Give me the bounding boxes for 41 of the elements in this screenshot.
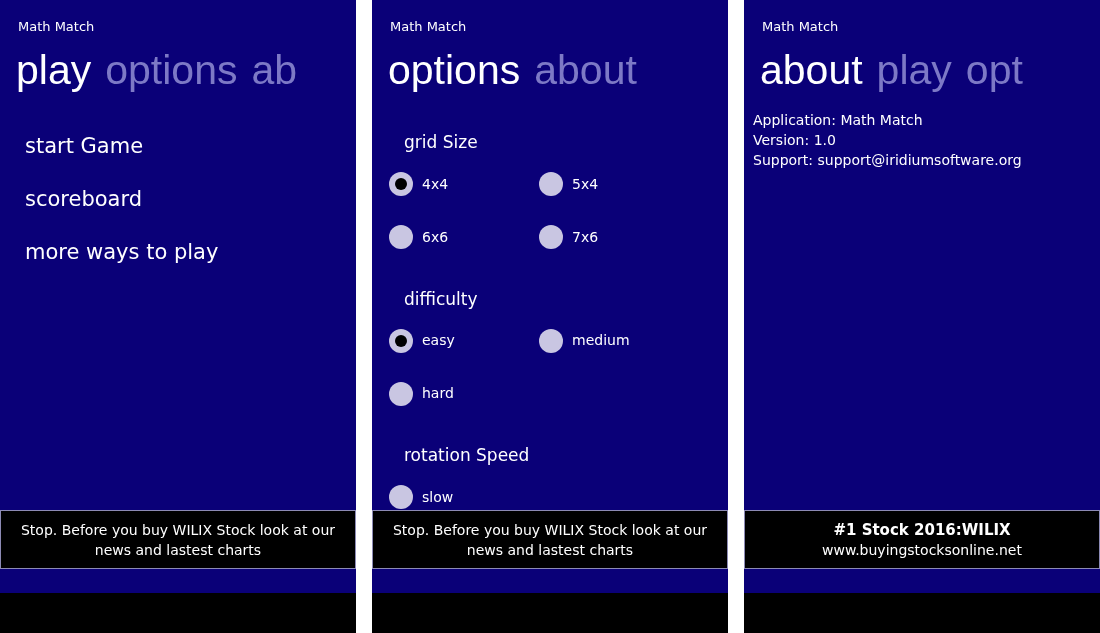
- option-label: 5x4: [572, 174, 599, 194]
- pivot-header[interactable]: play: [16, 40, 92, 100]
- info-text: Version: 1.0: [753, 131, 836, 150]
- group-heading: grid Size: [404, 131, 478, 154]
- pivot-header[interactable]: play: [876, 40, 952, 100]
- radio-button[interactable]: [539, 225, 563, 249]
- radio-button[interactable]: [389, 328, 413, 353]
- ad-banner[interactable]: Stop. Before you buy WILIX Stock look at our news and lastest charts: [372, 510, 728, 569]
- ad-banner[interactable]: #1 Stock 2016:WILIX www.buyingstocksonline.net: [744, 510, 1100, 569]
- radio-button[interactable]: [539, 172, 563, 196]
- pivot-header[interactable]: options: [388, 40, 521, 100]
- radio-button[interactable]: [389, 225, 413, 249]
- option-label: 4x4: [422, 174, 449, 194]
- option-label: 7x6: [572, 227, 599, 247]
- menu-item[interactable]: scoreboard: [25, 173, 143, 226]
- info-text: Application: Math Match: [753, 111, 923, 130]
- app-title: Math Match: [762, 19, 839, 34]
- radio-button[interactable]: [389, 172, 413, 196]
- pivot-header[interactable]: about: [534, 40, 637, 100]
- option-label: easy: [422, 331, 455, 350]
- option-label: medium: [572, 331, 630, 350]
- info-text: Support: support@iridiumsoftware.org: [753, 151, 1022, 170]
- pivot-header[interactable]: options: [105, 40, 238, 100]
- option-label: 6x6: [422, 227, 449, 247]
- ad-banner[interactable]: Stop. Before you buy WILIX Stock look at our news and lastest charts: [0, 510, 356, 569]
- app-title: Math Match: [390, 19, 467, 34]
- pivot-header[interactable]: about: [760, 40, 863, 100]
- radio-button[interactable]: [389, 381, 413, 406]
- option-label: slow: [422, 487, 454, 507]
- menu-item[interactable]: start Game: [25, 120, 144, 173]
- app-title: Math Match: [18, 19, 95, 34]
- option-label: hard: [422, 384, 454, 403]
- radio-button[interactable]: [389, 485, 413, 509]
- pivot-header[interactable]: opt: [965, 40, 1023, 100]
- menu-item[interactable]: more ways to play: [25, 226, 219, 279]
- ad-headline: #1 Stock 2016:WILIX: [833, 519, 1011, 540]
- ad-url: www.buyingstocksonline.net: [822, 540, 1022, 560]
- group-heading: rotation Speed: [404, 444, 530, 467]
- radio-button[interactable]: [539, 328, 563, 353]
- pivot-header[interactable]: ab: [251, 40, 298, 100]
- group-heading: difficulty: [404, 287, 478, 311]
